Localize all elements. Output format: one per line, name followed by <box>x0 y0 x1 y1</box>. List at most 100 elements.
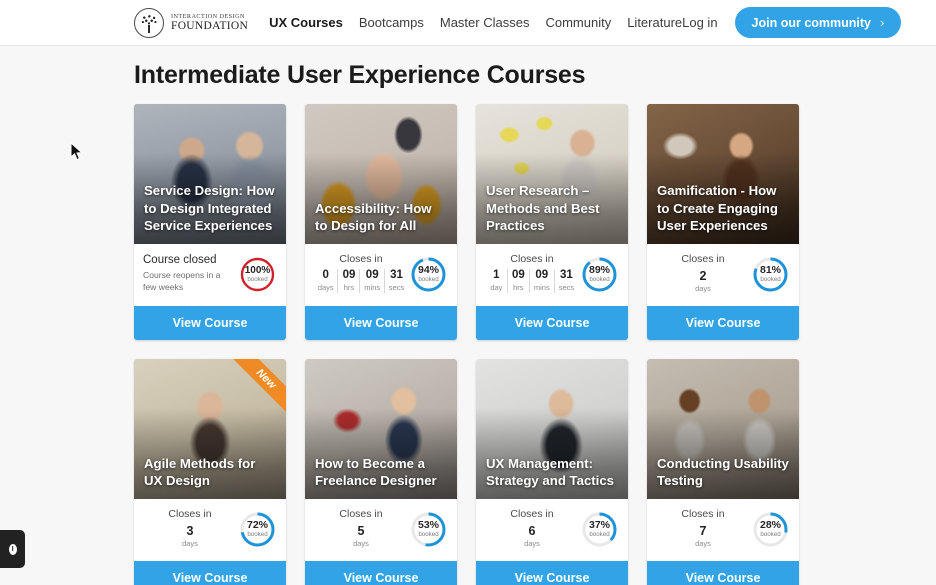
site-logo[interactable]: INTERACTION DESIGN FOUNDATION <box>134 7 248 38</box>
course-card[interactable]: How to Become a Freelance Designer Closes… <box>305 359 457 585</box>
booked-ring-text: 37% booked <box>580 510 619 549</box>
course-status: Course closed Course reopens in a few wee… <box>134 244 286 306</box>
course-image: Accessibility: How to Design for All <box>305 104 457 244</box>
countdown-value: 5 <box>357 524 365 538</box>
booked-ring-text: 100% booked <box>238 255 277 294</box>
booked-ring-text: 94% booked <box>409 255 448 294</box>
join-community-label: Join our community <box>751 15 871 30</box>
countdown-label: hrs <box>343 282 355 292</box>
countdown-value: 09 <box>342 269 356 281</box>
nav-item-community[interactable]: Community <box>545 15 611 30</box>
course-card[interactable]: Service Design: How to Design Integrated… <box>134 104 286 340</box>
course-title: Agile Methods for UX Design <box>144 455 256 489</box>
view-course-button[interactable]: View Course <box>134 306 286 340</box>
countdown-label: secs <box>558 282 575 292</box>
view-course-button[interactable]: View Course <box>305 306 457 340</box>
countdown-unit: 5 days <box>349 524 373 549</box>
booked-percent: 72% <box>246 519 268 532</box>
countdown-unit: 09 hrs <box>338 269 361 293</box>
booked-ring-text: 72% booked <box>238 510 277 549</box>
nav-item-ux-courses[interactable]: UX Courses <box>269 15 343 30</box>
join-community-button[interactable]: Join our community › <box>734 7 902 38</box>
course-title: How to Become a Freelance Designer <box>315 455 437 489</box>
countdown-unit: 1 day <box>486 269 508 293</box>
course-status: Closes in 5 days 53% booked <box>305 499 457 561</box>
countdown-value: 6 <box>528 524 536 538</box>
course-card[interactable]: User Research – Methods and Best Practic… <box>476 104 628 340</box>
booked-percent: 100% <box>244 264 271 276</box>
countdown-value: 09 <box>511 269 525 281</box>
info-badge-icon <box>8 543 17 555</box>
help-widget-tab[interactable] <box>0 530 25 568</box>
course-title: UX Management: Strategy and Tactics <box>486 455 615 489</box>
booked-label: booked <box>247 531 268 539</box>
countdown-label: days <box>182 539 198 548</box>
booked-progress-ring: 53% booked <box>409 510 448 549</box>
course-card[interactable]: Accessibility: How to Design for All Clos… <box>305 104 457 340</box>
countdown-label: days <box>317 282 334 292</box>
logo-wordmark: INTERACTION DESIGN FOUNDATION <box>171 13 248 33</box>
nav-item-master-classes[interactable]: Master Classes <box>440 15 530 30</box>
booked-percent: 81% <box>759 264 781 277</box>
course-card[interactable]: Conducting Usability Testing Closes in 7 da… <box>647 359 799 585</box>
course-title: Gamification - How to Create Engaging Us… <box>657 182 778 234</box>
header-actions: Log in Join our community › <box>682 7 902 38</box>
countdown-unit: 31 secs <box>385 269 408 293</box>
course-image: New Agile Methods for UX Design <box>134 359 286 499</box>
new-ribbon-label: New <box>228 359 286 417</box>
countdown-unit: 0 days <box>314 269 339 293</box>
booked-label: booked <box>418 531 439 539</box>
course-image: How to Become a Freelance Designer <box>305 359 457 499</box>
new-ribbon: New <box>228 359 286 417</box>
countdown-label: mins <box>364 282 381 292</box>
countdown-value: 1 <box>493 269 500 281</box>
countdown-unit: 6 days <box>520 524 544 549</box>
booked-label: booked <box>589 531 610 539</box>
view-course-button[interactable]: View Course <box>647 306 799 340</box>
view-course-button[interactable]: View Course <box>476 561 628 585</box>
course-grid: Service Design: How to Design Integrated… <box>0 90 936 585</box>
view-course-button[interactable]: View Course <box>305 561 457 585</box>
course-card[interactable]: UX Management: Strategy and Tactics Close… <box>476 359 628 585</box>
course-title: Conducting Usability Testing <box>657 455 789 489</box>
booked-ring-text: 28% booked <box>751 510 790 549</box>
course-status: Closes in 6 days 37% booked <box>476 499 628 561</box>
countdown-value: 7 <box>699 524 707 538</box>
countdown-value: 2 <box>699 269 707 283</box>
booked-progress-ring: 72% booked <box>238 510 277 549</box>
view-course-button[interactable]: View Course <box>476 306 628 340</box>
course-title: Accessibility: How to Design for All <box>315 200 432 234</box>
booked-progress-ring: 28% booked <box>751 510 790 549</box>
view-course-button[interactable]: View Course <box>134 561 286 585</box>
course-status: Closes in 3 days 72% booked <box>134 499 286 561</box>
course-card[interactable]: Gamification - How to Create Engaging Us… <box>647 104 799 340</box>
tree-logo-icon <box>134 7 164 38</box>
booked-label: booked <box>247 276 268 284</box>
login-link[interactable]: Log in <box>682 15 717 30</box>
countdown-label: hrs <box>513 282 524 292</box>
view-course-button[interactable]: View Course <box>647 561 799 585</box>
booked-progress-ring: 37% booked <box>580 510 619 549</box>
nav-item-bootcamps[interactable]: Bootcamps <box>359 15 424 30</box>
booked-percent: 53% <box>417 519 439 532</box>
countdown-label: days <box>695 284 711 293</box>
countdown-label: secs <box>388 282 405 292</box>
countdown-value: 31 <box>560 269 573 281</box>
countdown-unit: 09 mins <box>530 269 555 293</box>
nav-item-literature[interactable]: Literature <box>627 15 682 30</box>
booked-ring-text: 89% booked <box>580 255 619 294</box>
countdown-unit: 31 secs <box>555 269 578 293</box>
countdown-unit: 09 mins <box>360 269 385 293</box>
page-content: Intermediate User Experience Courses Ser… <box>0 46 936 585</box>
course-card[interactable]: New Agile Methods for UX Design Closes in 3… <box>134 359 286 585</box>
booked-ring-text: 81% booked <box>751 255 790 294</box>
course-status: Closes in 7 days 28% booked <box>647 499 799 561</box>
countdown-value: 3 <box>186 524 194 538</box>
course-status: Closes in 0 days 09 hrs 09 mins 31 secs 94% booked <box>305 244 457 306</box>
course-image: Conducting Usability Testing <box>647 359 799 499</box>
booked-percent: 94% <box>417 264 439 277</box>
booked-percent: 89% <box>588 264 610 277</box>
countdown-value: 09 <box>535 269 549 281</box>
page-title: Intermediate User Experience Courses <box>134 61 586 89</box>
countdown-label: day <box>490 282 503 292</box>
